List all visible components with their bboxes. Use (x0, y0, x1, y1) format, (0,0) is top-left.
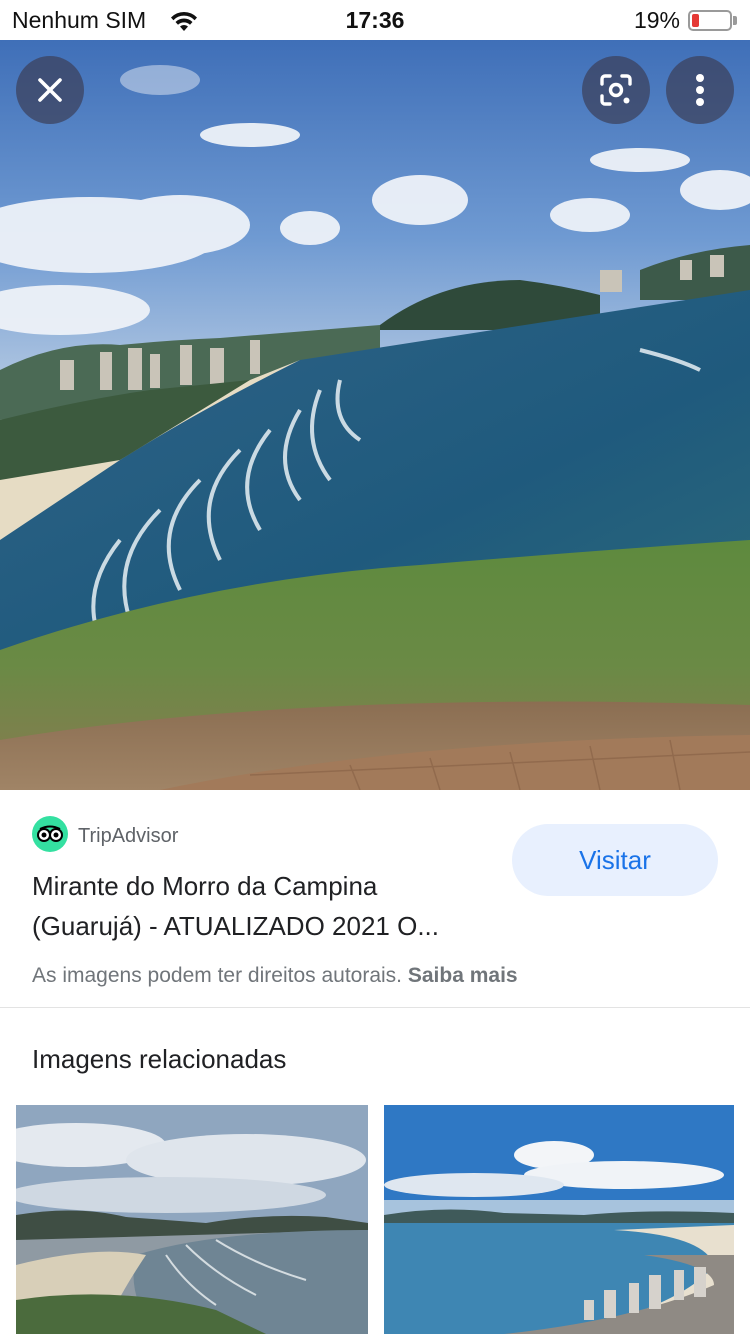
related-image-1-photo (16, 1105, 368, 1334)
result-title[interactable]: Mirante do Morro da Campina (Guarujá) - … (32, 866, 502, 946)
result-info-card: TripAdvisor Mirante do Morro da Campina … (0, 790, 750, 1008)
lens-icon (600, 74, 632, 106)
result-title-line-2: (Guarujá) - ATUALIZADO 2021 O... (32, 911, 439, 941)
related-images-heading: Imagens relacionadas (32, 1044, 287, 1074)
beach-photo (0, 40, 750, 790)
source-name[interactable]: TripAdvisor (78, 825, 178, 848)
more-options-button[interactable] (666, 56, 734, 124)
battery-level (692, 14, 699, 27)
tripadvisor-owl-icon (32, 816, 68, 852)
related-image-2-photo (384, 1105, 734, 1334)
copyright-text: As imagens podem ter direitos autorais. (32, 964, 403, 987)
related-image-1[interactable] (16, 1105, 368, 1334)
battery-percent: 19% (633, 7, 680, 33)
lens-button[interactable] (582, 56, 650, 124)
copyright-notice: As imagens podem ter direitos autorais. … (32, 964, 518, 988)
result-title-line-1: Mirante do Morro da Campina (32, 871, 378, 901)
related-image-2[interactable] (384, 1105, 734, 1334)
visit-button[interactable]: Visitar (512, 824, 718, 896)
close-button[interactable] (16, 56, 84, 124)
more-vertical-icon (696, 74, 704, 106)
status-bar: Nenhum SIM 17:36 19% (0, 0, 750, 40)
close-icon (38, 78, 62, 102)
battery-icon (688, 10, 732, 31)
main-image[interactable] (0, 40, 750, 790)
battery-tip (733, 16, 737, 25)
learn-more-link[interactable]: Saiba mais (408, 964, 518, 987)
